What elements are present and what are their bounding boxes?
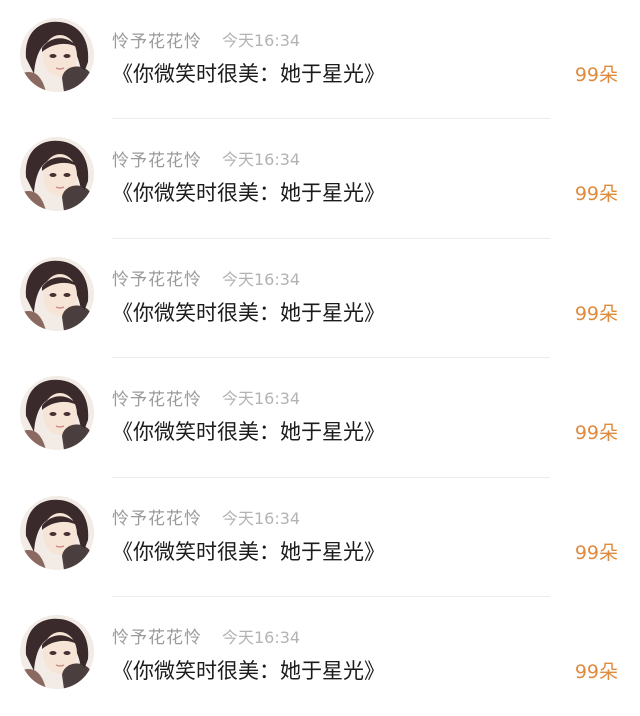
- item-meta: 怜予花花怜 今天16:34: [112, 145, 300, 171]
- timestamp: 今天16:34: [222, 508, 301, 528]
- avatar[interactable]: [20, 376, 94, 451]
- gift-record-list: 怜予花花怜 今天16:34 《你微笑时很美：她于星光》 99朵 怜予花花怜 今天…: [0, 0, 640, 707]
- username[interactable]: 怜予花花怜: [112, 146, 202, 171]
- list-item[interactable]: 怜予花花怜 今天16:34 《你微笑时很美：她于星光》 99朵: [0, 0, 640, 120]
- item-meta: 怜予花花怜 今天16:34: [112, 384, 300, 410]
- flower-count: 99朵: [574, 541, 618, 564]
- item-meta: 怜予花花怜 今天16:34: [112, 623, 300, 649]
- username[interactable]: 怜予花花怜: [112, 27, 202, 52]
- avatar[interactable]: [20, 137, 94, 212]
- avatar[interactable]: [20, 18, 94, 92]
- timestamp: 今天16:34: [222, 627, 301, 647]
- flower-count: 99朵: [574, 302, 618, 325]
- list-item[interactable]: 怜予花花怜 今天16:34 《你微笑时很美：她于星光》 99朵: [0, 478, 640, 597]
- item-title[interactable]: 《你微笑时很美：她于星光》: [112, 297, 385, 327]
- anime-portrait-avatar-icon: [20, 256, 94, 331]
- list-item[interactable]: 怜予花花怜 今天16:34 《你微笑时很美：她于星光》 99朵: [0, 119, 640, 239]
- item-title[interactable]: 《你微笑时很美：她于星光》: [112, 655, 385, 685]
- anime-portrait-avatar-icon: [20, 614, 94, 689]
- timestamp: 今天16:34: [222, 150, 301, 170]
- timestamp: 今天16:34: [222, 31, 301, 50]
- item-title[interactable]: 《你微笑时很美：她于星光》: [112, 536, 385, 566]
- list-item[interactable]: 怜予花花怜 今天16:34 《你微笑时很美：她于星光》 99朵: [0, 239, 640, 359]
- username[interactable]: 怜予花花怜: [112, 504, 202, 529]
- username[interactable]: 怜予花花怜: [112, 265, 202, 290]
- flower-count: 99朵: [574, 64, 618, 86]
- avatar[interactable]: [20, 495, 94, 570]
- anime-portrait-avatar-icon: [20, 495, 94, 570]
- list-item[interactable]: 怜予花花怜 今天16:34 《你微笑时很美：她于星光》 99朵: [0, 597, 640, 716]
- timestamp: 今天16:34: [222, 269, 301, 289]
- avatar[interactable]: [20, 256, 94, 331]
- anime-portrait-avatar-icon: [20, 18, 94, 92]
- username[interactable]: 怜予花花怜: [112, 623, 202, 648]
- item-meta: 怜予花花怜 今天16:34: [112, 26, 300, 52]
- avatar[interactable]: [20, 614, 94, 689]
- flower-count: 99朵: [574, 422, 618, 445]
- anime-portrait-avatar-icon: [20, 137, 94, 212]
- item-title[interactable]: 《你微笑时很美：她于星光》: [112, 58, 385, 88]
- item-title[interactable]: 《你微笑时很美：她于星光》: [112, 177, 385, 207]
- username[interactable]: 怜予花花怜: [112, 385, 202, 410]
- item-meta: 怜予花花怜 今天16:34: [112, 504, 300, 530]
- flower-count: 99朵: [574, 660, 618, 683]
- timestamp: 今天16:34: [222, 389, 301, 409]
- list-item[interactable]: 怜予花花怜 今天16:34 《你微笑时很美：她于星光》 99朵: [0, 358, 640, 478]
- item-meta: 怜予花花怜 今天16:34: [112, 265, 300, 291]
- anime-portrait-avatar-icon: [20, 376, 94, 451]
- flower-count: 99朵: [574, 183, 618, 206]
- item-title[interactable]: 《你微笑时很美：她于星光》: [112, 416, 385, 446]
